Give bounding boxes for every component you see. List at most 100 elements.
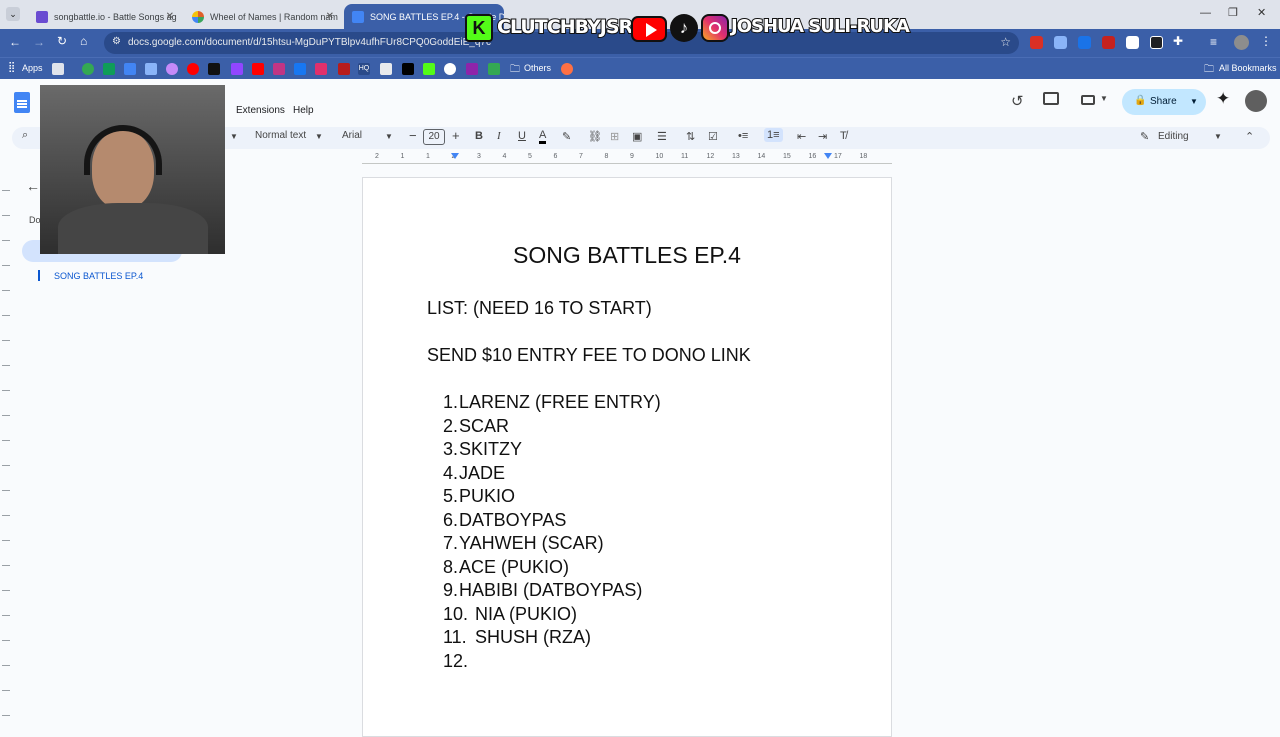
reload-icon[interactable]: ↻	[57, 34, 67, 48]
bookmark-icon[interactable]	[82, 63, 94, 75]
menu-extensions[interactable]: Extensions	[236, 105, 285, 116]
instagram-bookmark-icon[interactable]	[315, 63, 327, 75]
youtube-bookmark-icon[interactable]	[187, 63, 199, 75]
increase-font-size-icon[interactable]: +	[452, 128, 460, 143]
bookmark-star-icon[interactable]: ☆	[1000, 35, 1011, 49]
outline-heading[interactable]: SONG BATTLES EP.4	[54, 271, 143, 281]
document-page[interactable]: SONG BATTLES EP.4 LIST: (NEED 16 TO STAR…	[362, 177, 892, 737]
extension-icon[interactable]	[1054, 36, 1067, 49]
insert-link-icon[interactable]: ⛓	[588, 130, 602, 143]
bookmark-icon[interactable]	[561, 63, 573, 75]
bookmark-icon[interactable]	[145, 63, 157, 75]
sheets-bookmark-icon[interactable]	[103, 63, 115, 75]
site-info-icon[interactable]: ⚙	[112, 36, 121, 47]
gemini-icon[interactable]: ✦	[1216, 89, 1230, 109]
highlight-icon[interactable]: ✎	[562, 130, 571, 143]
paragraph-style-select[interactable]: Normal text	[255, 130, 306, 141]
bookmark-icon[interactable]	[466, 63, 478, 75]
bookmark-icon[interactable]	[338, 63, 350, 75]
style-dropdown-icon[interactable]: ▼	[315, 132, 323, 141]
tiktok-bookmark-icon[interactable]	[208, 63, 220, 75]
numbered-list-icon[interactable]: 1≡	[764, 128, 783, 142]
tab-wheel-of-names[interactable]: Wheel of Names | Random nam ✕	[184, 4, 340, 29]
tab-songbattle[interactable]: songbattle.io - Battle Songs ag ✕	[28, 4, 180, 29]
decrease-indent-icon[interactable]: ⇤	[797, 130, 806, 143]
version-history-icon[interactable]: ↺	[1011, 92, 1024, 110]
minimize-icon[interactable]: —	[1200, 7, 1211, 19]
italic-icon[interactable]: I	[497, 130, 501, 142]
ruler-tick-label: 3	[477, 153, 481, 160]
close-window-icon[interactable]: ✕	[1257, 6, 1266, 19]
grid-bookmark-icon[interactable]	[52, 63, 64, 75]
insert-image-icon[interactable]: ▣	[632, 130, 642, 143]
checklist-icon[interactable]: ☑	[708, 130, 718, 143]
bookmark-icon[interactable]	[166, 63, 178, 75]
bulleted-list-icon[interactable]: •≡	[738, 130, 748, 142]
indent-marker[interactable]	[451, 153, 459, 159]
share-dropdown-icon[interactable]: ▼	[1190, 97, 1198, 106]
increase-indent-icon[interactable]: ⇥	[818, 130, 827, 143]
back-icon[interactable]: ←	[9, 35, 21, 49]
profile-avatar[interactable]	[1234, 35, 1249, 50]
bookmark-icon[interactable]	[488, 63, 500, 75]
font-dropdown-icon[interactable]: ▼	[385, 132, 393, 141]
extensions-puzzle-icon[interactable]: ✚	[1173, 34, 1183, 48]
list-item-name: NIA (PUKIO)	[475, 603, 578, 624]
editing-mode-select[interactable]: Editing	[1158, 131, 1189, 142]
twitch-bookmark-icon[interactable]	[231, 63, 243, 75]
extension-icon[interactable]	[1078, 36, 1091, 49]
home-icon[interactable]: ⌂	[80, 34, 87, 48]
comments-icon[interactable]	[1043, 92, 1059, 105]
media-control-icon[interactable]: ≡	[1210, 35, 1217, 49]
facebook-bookmark-icon[interactable]	[294, 63, 306, 75]
bold-icon[interactable]: B	[475, 130, 483, 142]
restore-icon[interactable]: ❐	[1228, 6, 1238, 19]
list-item-number: 9.	[443, 580, 459, 600]
text-color-icon[interactable]: A	[539, 130, 547, 144]
extension-icon[interactable]	[1126, 36, 1139, 49]
vertical-ruler[interactable]	[0, 166, 12, 720]
close-tab-icon[interactable]: ✕	[326, 11, 334, 22]
youtube-bookmark-icon[interactable]	[252, 63, 264, 75]
decrease-font-size-icon[interactable]: −	[409, 128, 417, 143]
menu-help[interactable]: Help	[293, 105, 314, 116]
account-avatar[interactable]	[1245, 90, 1267, 112]
browser-menu-icon[interactable]: ⋮	[1260, 34, 1272, 48]
apps-grid-icon[interactable]: ⣿	[8, 62, 15, 73]
all-bookmarks[interactable]: All Bookmarks	[1219, 63, 1277, 73]
meet-dropdown-icon[interactable]: ▼	[1100, 94, 1108, 103]
extension-icon[interactable]	[1150, 36, 1163, 49]
apps-bookmark[interactable]: Apps	[22, 63, 43, 73]
bookmark-icon[interactable]	[124, 63, 136, 75]
bookmark-icon[interactable]	[273, 63, 285, 75]
right-margin-marker[interactable]	[824, 153, 832, 159]
tab-search-icon[interactable]: ⌄	[6, 7, 20, 21]
forward-icon[interactable]: →	[33, 35, 45, 49]
x-bookmark-icon[interactable]	[402, 63, 414, 75]
underline-icon[interactable]: U	[518, 130, 526, 142]
font-size-input[interactable]: 20	[423, 129, 445, 145]
font-select[interactable]: Arial	[342, 130, 362, 141]
bookmark-icon[interactable]	[380, 63, 392, 75]
close-tab-icon[interactable]: ✕	[166, 11, 174, 22]
hq-bookmark-icon[interactable]: HQ	[358, 63, 370, 75]
clear-formatting-icon[interactable]: T̸	[840, 130, 847, 142]
bookmark-icon[interactable]	[444, 63, 456, 75]
ruler-tick-label: 13	[732, 153, 740, 160]
close-outline-icon[interactable]: ←	[26, 178, 40, 194]
align-icon[interactable]: ☰	[657, 130, 667, 143]
add-comment-icon[interactable]: ⊞	[610, 130, 619, 143]
kick-bookmark-icon[interactable]	[423, 63, 435, 75]
adblock-icon[interactable]	[1030, 36, 1043, 49]
hide-menus-icon[interactable]: ⌃	[1245, 130, 1254, 143]
others-folder[interactable]: Others	[524, 63, 551, 73]
share-button[interactable]: 🔒 Share ▼	[1122, 89, 1206, 115]
horizontal-ruler[interactable]: 2 1 1 2 3 4 5 6 7 8 9 10 11 12 13 14 15 16 17 18	[362, 153, 892, 165]
pdf-icon[interactable]	[1102, 36, 1115, 49]
meet-icon[interactable]	[1081, 95, 1095, 105]
search-menus-icon[interactable]: ⌕	[22, 129, 28, 142]
zoom-dropdown-icon[interactable]: ▼	[230, 132, 238, 141]
docs-logo-icon[interactable]	[14, 92, 30, 113]
mode-dropdown-icon[interactable]: ▼	[1214, 132, 1222, 141]
line-spacing-icon[interactable]: ⇅	[686, 130, 695, 143]
